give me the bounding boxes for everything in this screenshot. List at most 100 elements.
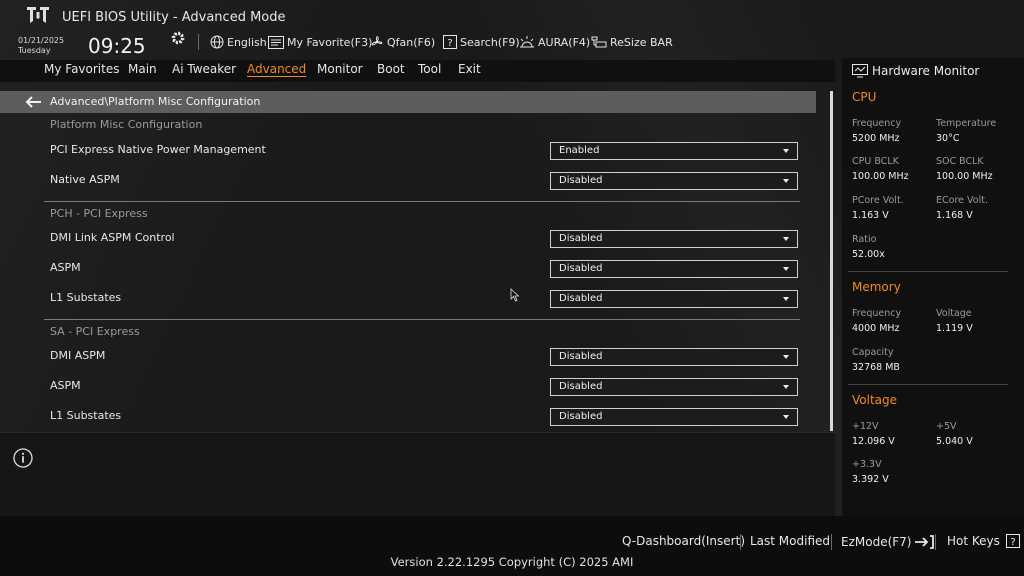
gear-icon[interactable] [170,30,186,46]
dropdown-value: Disabled [559,293,603,304]
chevron-down-icon [783,355,789,359]
hw-label: +5V [936,421,957,432]
fan-icon [371,36,383,46]
app-title: UEFI BIOS Utility - Advanced Mode [62,10,286,25]
chevron-down-icon [783,267,789,271]
hw-label: PCore Volt. [852,195,904,206]
toolbar-separator [198,34,199,50]
aura-label: AURA(F4) [538,35,591,49]
setting-label-dmi-link-aspm[interactable]: DMI Link ASPM Control [50,231,175,244]
setting-label-sa-l1-substates[interactable]: L1 Substates [50,409,121,422]
svg-text:?: ? [1010,537,1015,548]
last-modified-button[interactable]: Last Modified [750,534,830,548]
section-title-platform-misc: Platform Misc Configuration [50,118,203,131]
footer-separator [935,534,936,550]
menu-ai-tweaker[interactable]: Ai Tweaker [172,62,236,76]
hw-value: 12.096 V [852,436,895,447]
hw-label: ECore Volt. [936,195,988,206]
hw-label: CPU BCLK [852,156,899,167]
chevron-down-icon [783,415,789,419]
hw-label: Frequency [852,118,902,129]
hw-label: SOC BCLK [936,156,984,167]
hw-label: Frequency [852,308,902,319]
time-display[interactable]: 09:25 [88,34,146,58]
menu-boot[interactable]: Boot [377,62,405,76]
setting-label-native-aspm[interactable]: Native ASPM [50,173,120,186]
mouse-cursor-icon [510,288,520,302]
ezmode-label: EzMode(F7) [841,535,912,549]
hw-value: 5200 MHz [852,133,900,144]
dropdown-sa-l1-substates[interactable]: Disabled [550,408,798,426]
qfan-button[interactable]: Qfan(F6) [370,34,435,50]
hw-value: 32768 MB [852,362,900,373]
my-favorite-label: My Favorite(F3) [287,35,373,49]
aura-button[interactable]: AURA(F4) [519,34,590,50]
tuf-logo-icon [27,7,49,23]
hw-label: +12V [852,421,879,432]
resize-bar-button[interactable]: ReSize BAR [591,34,673,50]
hot-keys-button[interactable]: Hot Keys ? [947,534,1020,548]
back-arrow-icon[interactable] [24,95,42,109]
menu-exit[interactable]: Exit [458,62,481,76]
hw-label: Ratio [852,234,877,245]
dropdown-value: Disabled [559,263,603,274]
ezmode-button[interactable]: EzMode(F7) [841,534,935,550]
chevron-down-icon [783,149,789,153]
hw-value: 100.00 MHz [852,171,909,182]
chevron-down-icon [783,179,789,183]
dropdown-dmi-aspm[interactable]: Disabled [550,348,798,366]
dropdown-pch-l1-substates[interactable]: Disabled [550,290,798,308]
hardware-monitor-title: Hardware Monitor [872,64,980,78]
dropdown-pcie-native-pm[interactable]: Enabled [550,142,798,160]
search-button[interactable]: ? Search(F9) [443,34,520,50]
date-text: 01/21/2025 [18,36,65,45]
menu-my-favorites[interactable]: My Favorites [44,62,119,76]
breadcrumb: Advanced\Platform Misc Configuration [50,95,261,108]
q-dashboard-button[interactable]: Q-Dashboard(Insert) [622,534,745,548]
dropdown-value: Enabled [559,145,600,156]
setting-label-dmi-aspm[interactable]: DMI ASPM [50,349,105,362]
dropdown-value: Disabled [559,381,603,392]
setting-label-pch-aspm[interactable]: ASPM [50,261,81,274]
version-text: Version 2.22.1295 Copyright (C) 2025 AMI [390,555,634,569]
hw-value: 3.392 V [852,474,889,485]
chevron-down-icon [783,385,789,389]
my-favorite-button[interactable]: My Favorite(F3) [268,34,372,50]
resize-bar-label: ReSize BAR [610,35,673,49]
resize-bar-icon [591,36,607,48]
hw-value: 1.163 V [852,210,889,221]
language-button[interactable]: English [210,34,267,50]
setting-label-pch-l1-substates[interactable]: L1 Substates [50,291,121,304]
aura-light-icon [520,36,534,48]
hw-label: Temperature [936,118,997,129]
hw-label: Voltage [936,308,972,319]
menu-advanced[interactable]: Advanced [247,62,306,76]
setting-label-pcie-native-pm[interactable]: PCI Express Native Power Management [50,143,266,156]
chevron-down-icon [783,297,789,301]
dropdown-native-aspm[interactable]: Disabled [550,172,798,190]
dropdown-sa-aspm[interactable]: Disabled [550,378,798,396]
setting-label-sa-aspm[interactable]: ASPM [50,379,81,392]
dropdown-pch-aspm[interactable]: Disabled [550,260,798,278]
chevron-down-icon [783,237,789,241]
hw-value: 1.168 V [936,210,973,221]
menu-main[interactable]: Main [128,62,157,76]
language-label: English [227,35,267,49]
info-icon [13,448,33,468]
scrollbar[interactable] [830,91,833,431]
menu-tool[interactable]: Tool [418,62,441,76]
hw-value: 1.119 V [936,323,973,334]
monitor-icon [852,64,868,78]
hw-value: 30°C [936,133,960,144]
menu-monitor[interactable]: Monitor [317,62,363,76]
dropdown-dmi-link-aspm[interactable]: Disabled [550,230,798,248]
section-divider [44,319,800,320]
hw-section-memory: Memory [852,280,901,294]
hw-separator [848,271,1008,272]
section-divider [44,201,800,202]
hw-section-voltage: Voltage [852,393,898,407]
exit-arrow-icon [915,535,935,549]
dropdown-value: Disabled [559,233,603,244]
hw-value: 4000 MHz [852,323,900,334]
help-description-area [0,432,835,516]
